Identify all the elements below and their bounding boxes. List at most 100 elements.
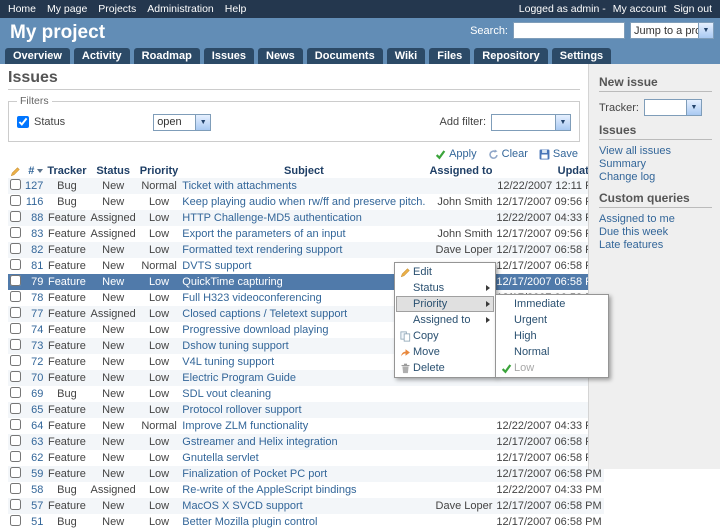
tab-overview[interactable]: Overview (5, 48, 70, 64)
issue-checkbox[interactable] (10, 387, 21, 398)
context-menu-item-delete[interactable]: Delete (396, 360, 494, 376)
issue-id-link[interactable]: 82 (31, 244, 43, 256)
column-header-tracker[interactable]: Tracker (45, 164, 88, 178)
issue-subject-link[interactable]: Progressive download playing (182, 324, 328, 336)
issue-checkbox[interactable] (10, 515, 21, 526)
issue-id-link[interactable]: 69 (31, 388, 43, 400)
context-menu-item-status[interactable]: Status (396, 280, 494, 296)
issue-subject-link[interactable]: Gstreamer and Helix integration (182, 436, 337, 448)
clear-button[interactable]: Clear (488, 148, 528, 160)
issue-subject-link[interactable]: HTTP Challenge-MD5 authentication (182, 212, 362, 224)
issue-subject-link[interactable]: V4L tuning support (182, 356, 274, 368)
issue-subject-link[interactable]: Electric Program Guide (182, 372, 296, 384)
issue-subject-link[interactable]: DVTS support (182, 260, 251, 272)
tab-documents[interactable]: Documents (307, 48, 383, 64)
issue-checkbox[interactable] (10, 243, 21, 254)
context-menu-item-priority[interactable]: Priority (396, 296, 494, 312)
issue-checkbox[interactable] (10, 499, 21, 510)
issue-id-link[interactable]: 72 (31, 356, 43, 368)
tab-files[interactable]: Files (429, 48, 470, 64)
issue-checkbox[interactable] (10, 371, 21, 382)
status-filter-select[interactable]: open ▼ (153, 114, 211, 131)
tab-issues[interactable]: Issues (204, 48, 254, 64)
context-menu-item-edit[interactable]: Edit (396, 264, 494, 280)
priority-option-high[interactable]: High (497, 328, 607, 344)
issue-checkbox[interactable] (10, 179, 21, 190)
issue-subject-link[interactable]: Re-write of the AppleScript bindings (182, 484, 356, 496)
top-menu-item-home[interactable]: Home (8, 3, 36, 15)
issue-checkbox[interactable] (10, 339, 21, 350)
project-jump-select[interactable]: Jump to a project... ▼ (630, 22, 714, 39)
context-menu-item-move[interactable]: Move (396, 344, 494, 360)
issue-id-link[interactable]: 62 (31, 452, 43, 464)
sidebar-link-change-log[interactable]: Change log (599, 171, 712, 184)
search-input[interactable] (513, 22, 625, 39)
column-header-status[interactable]: Status (89, 164, 138, 178)
issue-subject-link[interactable]: Improve ZLM functionality (182, 420, 308, 432)
issue-checkbox[interactable] (10, 211, 21, 222)
issue-id-link[interactable]: 70 (31, 372, 43, 384)
issue-checkbox[interactable] (10, 275, 21, 286)
top-menu-item-administration[interactable]: Administration (147, 3, 214, 15)
issue-id-link[interactable]: 65 (31, 404, 43, 416)
tab-roadmap[interactable]: Roadmap (134, 48, 200, 64)
issue-id-link[interactable]: 74 (31, 324, 43, 336)
tab-wiki[interactable]: Wiki (387, 48, 426, 64)
issue-id-link[interactable]: 116 (26, 196, 44, 208)
issue-subject-link[interactable]: Full H323 videoconferencing (182, 292, 321, 304)
issue-id-link[interactable]: 88 (31, 212, 43, 224)
issue-subject-link[interactable]: Gnutella servlet (182, 452, 258, 464)
issue-id-link[interactable]: 83 (31, 228, 43, 240)
issue-id-link[interactable]: 81 (31, 260, 43, 272)
column-header-subject[interactable]: Subject (180, 164, 427, 178)
issue-checkbox[interactable] (10, 403, 21, 414)
column-header-assigned[interactable]: Assigned to (427, 164, 494, 178)
my-account-link[interactable]: My account (613, 3, 667, 15)
tab-repository[interactable]: Repository (474, 48, 547, 64)
issue-id-link[interactable]: 63 (31, 436, 43, 448)
issue-subject-link[interactable]: Formatted text rendering support (182, 244, 342, 256)
issue-checkbox[interactable] (10, 435, 21, 446)
issue-checkbox[interactable] (10, 291, 21, 302)
issue-id-link[interactable]: 77 (31, 308, 43, 320)
issue-checkbox[interactable] (10, 195, 21, 206)
issue-id-link[interactable]: 73 (31, 340, 43, 352)
sign-out-link[interactable]: Sign out (673, 3, 712, 15)
issue-checkbox[interactable] (10, 451, 21, 462)
issue-id-link[interactable]: 51 (31, 516, 43, 528)
tracker-select[interactable]: ▼ (644, 99, 702, 116)
issue-subject-link[interactable]: Better Mozilla plugin control (182, 516, 317, 528)
sidebar-link-due-this-week[interactable]: Due this week (599, 226, 712, 239)
issue-checkbox[interactable] (10, 419, 21, 430)
top-menu-item-projects[interactable]: Projects (98, 3, 136, 15)
tab-settings[interactable]: Settings (552, 48, 611, 64)
sidebar-link-late-features[interactable]: Late features (599, 239, 712, 252)
issue-id-link[interactable]: 58 (31, 484, 43, 496)
top-menu-item-my-page[interactable]: My page (47, 3, 87, 15)
tab-activity[interactable]: Activity (74, 48, 130, 64)
status-filter-checkbox[interactable] (17, 116, 29, 128)
issue-checkbox[interactable] (10, 259, 21, 270)
issue-checkbox[interactable] (10, 307, 21, 318)
tab-news[interactable]: News (258, 48, 303, 64)
issue-id-link[interactable]: 59 (31, 468, 43, 480)
issue-id-link[interactable]: 64 (31, 420, 43, 432)
issue-subject-link[interactable]: Keep playing audio when rw/ff and preser… (182, 196, 425, 208)
issue-id-link[interactable]: 127 (25, 180, 43, 192)
issue-checkbox[interactable] (10, 227, 21, 238)
issue-subject-link[interactable]: Dshow tuning support (182, 340, 288, 352)
issue-checkbox[interactable] (10, 483, 21, 494)
context-menu-item-copy[interactable]: Copy (396, 328, 494, 344)
save-button[interactable]: Save (539, 148, 578, 160)
sidebar-link-assigned-to-me[interactable]: Assigned to me (599, 213, 712, 226)
priority-option-normal[interactable]: Normal (497, 344, 607, 360)
add-filter-select[interactable]: ▼ (491, 114, 571, 131)
apply-button[interactable]: Apply (435, 148, 477, 160)
issue-subject-link[interactable]: Ticket with attachments (182, 180, 297, 192)
issue-subject-link[interactable]: QuickTime capturing (182, 276, 282, 288)
priority-option-immediate[interactable]: Immediate (497, 296, 607, 312)
issue-id-link[interactable]: 78 (31, 292, 43, 304)
issue-id-link[interactable]: 79 (31, 276, 43, 288)
issue-checkbox[interactable] (10, 355, 21, 366)
top-menu-item-help[interactable]: Help (225, 3, 247, 15)
